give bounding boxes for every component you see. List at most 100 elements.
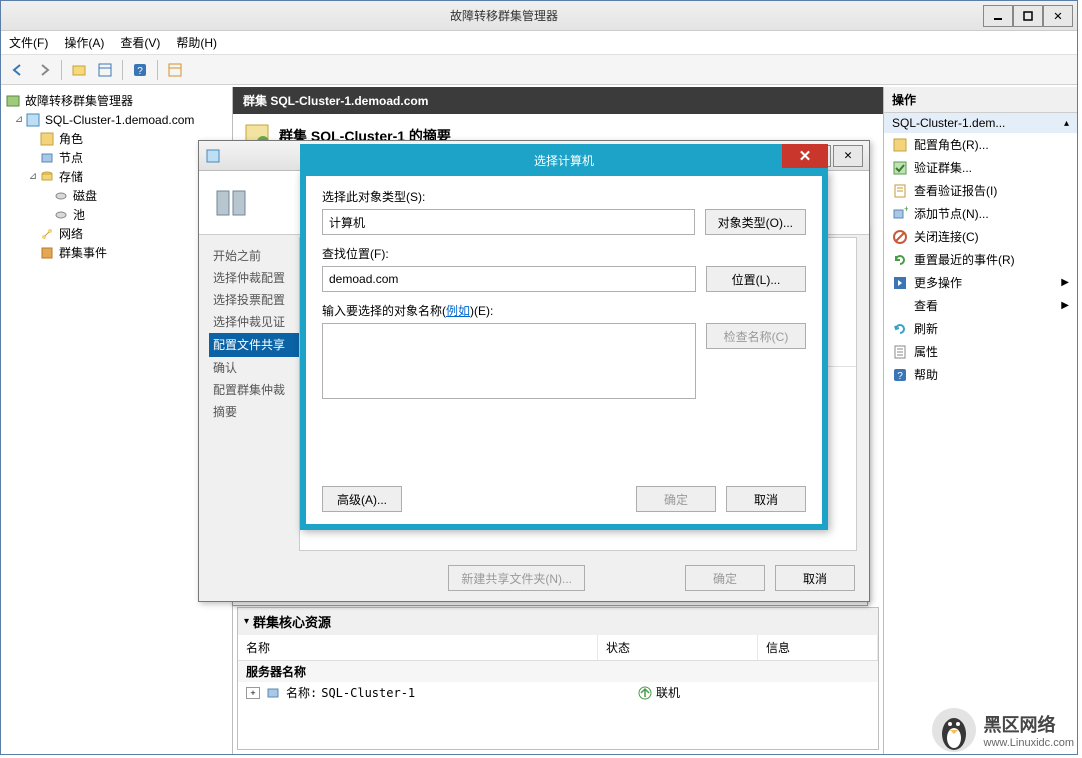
- tree-roles[interactable]: 角色: [5, 129, 228, 148]
- up-button[interactable]: [68, 59, 90, 81]
- wizard-step-1[interactable]: 选择仲裁配置: [213, 267, 299, 289]
- actions-panel: 操作 SQL-Cluster-1.dem... ▴ 配置角色(R)... 验证群集…: [883, 87, 1077, 754]
- tree-nodes[interactable]: 节点: [5, 148, 228, 167]
- help-toolbar-button[interactable]: ?: [129, 59, 151, 81]
- wizard-ok-button[interactable]: 确定: [685, 565, 765, 591]
- tree-events-label: 群集事件: [59, 244, 107, 261]
- server-icon: [266, 686, 280, 700]
- action-label: 查看: [914, 297, 938, 314]
- tree-events[interactable]: 群集事件: [5, 243, 228, 262]
- action-label: 验证群集...: [914, 159, 972, 176]
- action-item-5[interactable]: 重置最近的事件(R): [884, 248, 1077, 271]
- back-button[interactable]: [7, 59, 29, 81]
- expand-icon[interactable]: +: [246, 687, 260, 699]
- watermark: 黑区网络 www.Linuxidc.com: [930, 706, 1074, 754]
- object-name-label: 输入要选择的对象名称(例如)(E):: [322, 302, 806, 319]
- actions-header: 操作: [884, 87, 1077, 113]
- tree-cluster[interactable]: ⊿SQL-Cluster-1.demoad.com: [5, 110, 228, 129]
- tree-disks[interactable]: 磁盘: [5, 186, 228, 205]
- actions-subtitle: SQL-Cluster-1.dem... ▴: [884, 113, 1077, 133]
- core-resources-header[interactable]: ▾群集核心资源: [238, 608, 878, 635]
- actions-collapse-icon[interactable]: ▴: [1064, 118, 1069, 129]
- tree-root-label: 故障转移群集管理器: [25, 92, 133, 109]
- wizard-close-button[interactable]: ✕: [833, 145, 863, 167]
- action-item-1[interactable]: 验证群集...: [884, 156, 1077, 179]
- validate-icon: [892, 160, 908, 176]
- new-share-button[interactable]: 新建共享文件夹(N)...: [448, 565, 585, 591]
- wizard-step-5[interactable]: 确认: [213, 357, 299, 379]
- action-label: 重置最近的事件(R): [914, 251, 1015, 268]
- menu-help[interactable]: 帮助(H): [176, 34, 217, 51]
- menu-action[interactable]: 操作(A): [64, 34, 104, 51]
- menu-view[interactable]: 查看(V): [120, 34, 160, 51]
- forward-button[interactable]: [33, 59, 55, 81]
- action-item-6[interactable]: 更多操作 ▶: [884, 271, 1077, 294]
- action-label: 更多操作: [914, 274, 962, 291]
- show-hide-button[interactable]: [94, 59, 116, 81]
- extra-toolbar-button[interactable]: [164, 59, 186, 81]
- wizard-step-6[interactable]: 配置群集仲裁: [213, 379, 299, 401]
- select-computer-title: 选择计算机: [534, 152, 594, 169]
- more-icon: [892, 275, 908, 291]
- wizard-step-2[interactable]: 选择投票配置: [213, 289, 299, 311]
- object-type-label: 选择此对象类型(S):: [322, 188, 806, 205]
- tree-root[interactable]: 故障转移群集管理器: [5, 91, 228, 110]
- action-label: 查看验证报告(I): [914, 182, 997, 199]
- tree-networks[interactable]: 网络: [5, 224, 228, 243]
- tree-networks-label: 网络: [59, 225, 83, 242]
- action-item-7[interactable]: 查看▶: [884, 294, 1077, 317]
- select-computer-dialog: 选择计算机 ✕ 选择此对象类型(S): 对象类型(O)... 查找位置(F): …: [300, 170, 828, 530]
- wizard-icon: [205, 148, 221, 164]
- advanced-button[interactable]: 高级(A)...: [322, 486, 402, 512]
- col-status[interactable]: 状态: [598, 635, 758, 660]
- watermark-url: www.Linuxidc.com: [984, 737, 1074, 749]
- col-info[interactable]: 信息: [758, 635, 878, 660]
- table-row[interactable]: + 名称: SQL-Cluster-1 联机: [238, 682, 878, 703]
- main-title: 故障转移群集管理器: [25, 7, 983, 24]
- wizard-step-3[interactable]: 选择仲裁见证: [213, 311, 299, 333]
- content-header: 群集 SQL-Cluster-1.demoad.com: [233, 87, 883, 114]
- select-computer-close-button[interactable]: ✕: [782, 144, 828, 168]
- wizard-step-4[interactable]: 配置文件共享: [209, 333, 299, 357]
- core-group[interactable]: 服务器名称: [238, 661, 878, 682]
- penguin-icon: [930, 706, 978, 754]
- action-item-9[interactable]: 属性: [884, 340, 1077, 363]
- select-computer-ok-button[interactable]: 确定: [636, 486, 716, 512]
- tree-nodes-label: 节点: [59, 149, 83, 166]
- wizard-step-0[interactable]: 开始之前: [213, 245, 299, 267]
- object-name-input[interactable]: [322, 323, 696, 399]
- example-link[interactable]: 例如: [446, 304, 470, 318]
- location-field: [322, 266, 696, 292]
- tree-pools[interactable]: 池: [5, 205, 228, 224]
- close-icon: [892, 229, 908, 245]
- online-icon: [638, 686, 652, 700]
- action-item-3[interactable]: +添加节点(N)...: [884, 202, 1077, 225]
- menu-file[interactable]: 文件(F): [9, 34, 48, 51]
- maximize-button[interactable]: [1013, 5, 1043, 27]
- report-icon: [892, 183, 908, 199]
- location-button[interactable]: 位置(L)...: [706, 266, 806, 292]
- reset-icon: [892, 252, 908, 268]
- col-name[interactable]: 名称: [238, 635, 598, 660]
- tree-roles-label: 角色: [59, 130, 83, 147]
- tree-storage[interactable]: ⊿存储: [5, 167, 228, 186]
- action-item-10[interactable]: ?帮助: [884, 363, 1077, 386]
- action-item-8[interactable]: 刷新: [884, 317, 1077, 340]
- main-title-bar: 故障转移群集管理器 ✕: [1, 1, 1077, 31]
- select-computer-cancel-button[interactable]: 取消: [726, 486, 806, 512]
- check-names-button[interactable]: 检查名称(C): [706, 323, 806, 349]
- object-type-button[interactable]: 对象类型(O)...: [705, 209, 806, 235]
- minimize-button[interactable]: [983, 5, 1013, 27]
- addnode-icon: +: [892, 206, 908, 222]
- wizard-step-7[interactable]: 摘要: [213, 401, 299, 423]
- tree-storage-label: 存储: [59, 168, 83, 185]
- action-item-2[interactable]: 查看验证报告(I): [884, 179, 1077, 202]
- wizard-cancel-button[interactable]: 取消: [775, 565, 855, 591]
- action-item-0[interactable]: 配置角色(R)...: [884, 133, 1077, 156]
- chevron-right-icon: ▶: [1061, 277, 1069, 288]
- location-label: 查找位置(F):: [322, 245, 806, 262]
- svg-text:?: ?: [137, 66, 143, 77]
- props-icon: [892, 344, 908, 360]
- close-button[interactable]: ✕: [1043, 5, 1073, 27]
- action-item-4[interactable]: 关闭连接(C): [884, 225, 1077, 248]
